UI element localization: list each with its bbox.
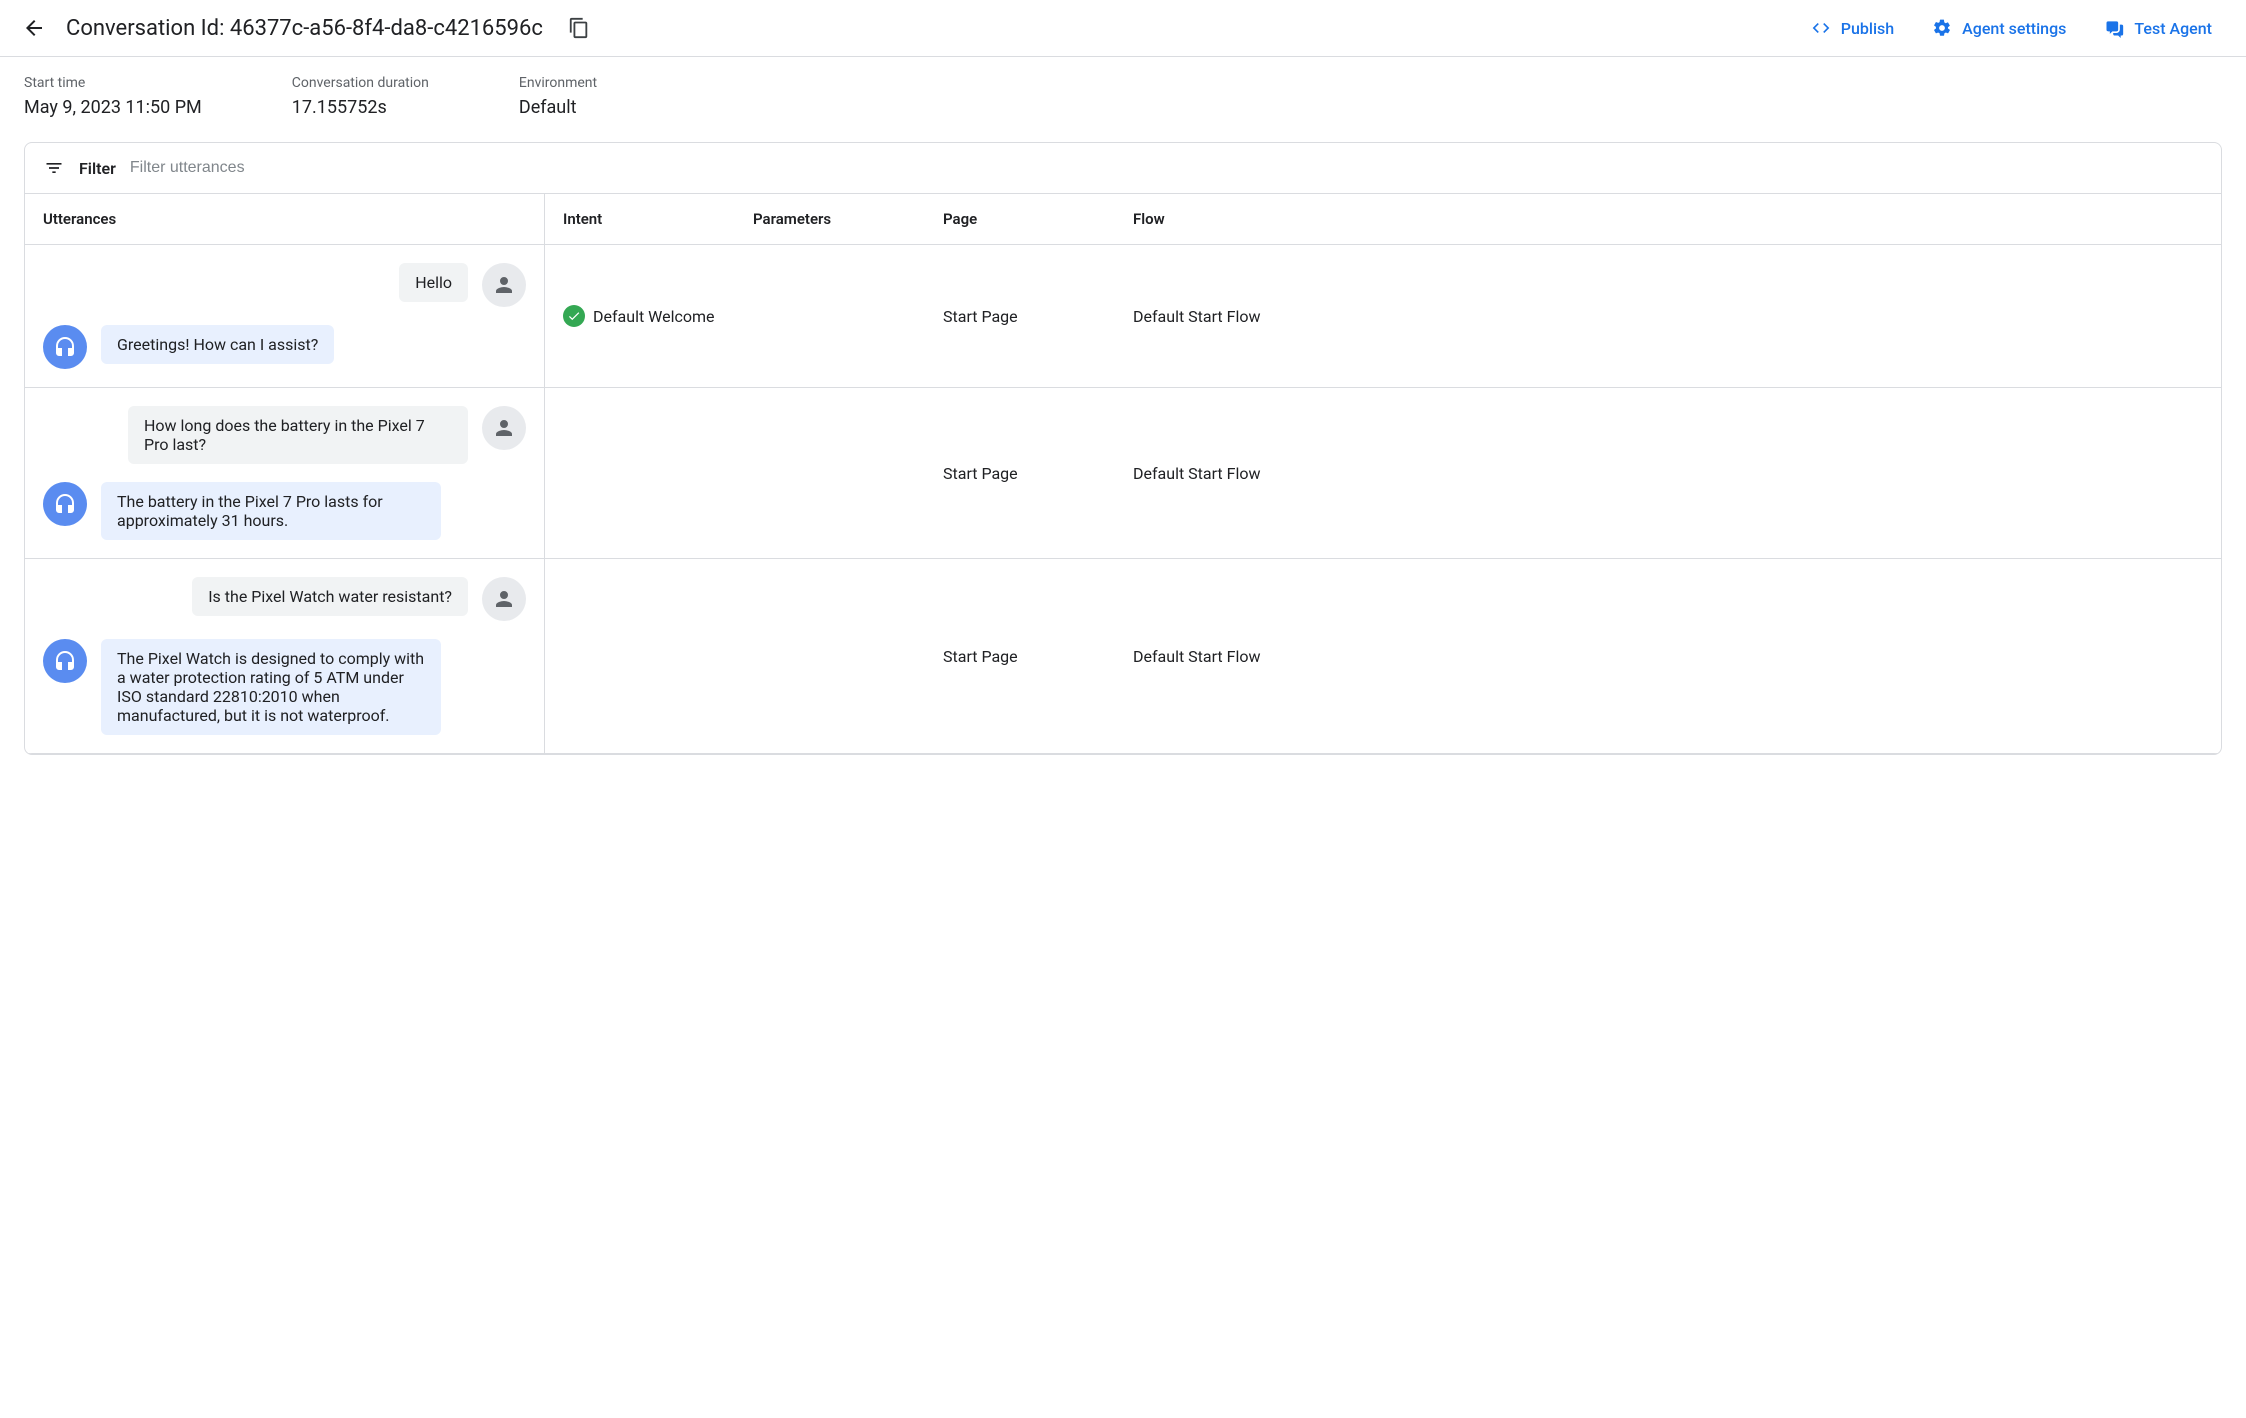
user-avatar [482, 577, 526, 621]
intent-cell: Default Welcome [545, 289, 735, 343]
user-bubble: Hello [399, 263, 468, 302]
table-row[interactable]: Hello Greetings! How can I assist? Default… [25, 245, 2221, 388]
back-button[interactable] [20, 14, 48, 42]
agent-utterance: The Pixel Watch is designed to comply wi… [43, 639, 526, 735]
person-icon [492, 416, 516, 440]
user-utterance: Is the Pixel Watch water resistant? [43, 577, 526, 621]
agent-settings-button[interactable]: Agent settings [1922, 12, 2076, 44]
filter-label: Filter [79, 159, 116, 178]
page-title: Conversation Id: 46377c-a56-8f4-da8-c421… [66, 16, 543, 41]
copy-icon [568, 17, 590, 39]
arrow-back-icon [22, 16, 46, 40]
gear-icon [1932, 18, 1952, 38]
headset-icon [53, 649, 77, 673]
headset-icon [53, 492, 77, 516]
user-bubble: How long does the battery in the Pixel 7… [128, 406, 468, 464]
filter-icon [43, 157, 65, 179]
agent-settings-label: Agent settings [1962, 19, 2066, 38]
filter-bar: Filter [25, 143, 2221, 194]
environment-value: Default [519, 97, 597, 118]
utterance-cell: Is the Pixel Watch water resistant? The P… [25, 559, 545, 753]
col-header-parameters: Parameters [735, 194, 925, 244]
topbar: Conversation Id: 46377c-a56-8f4-da8-c421… [0, 0, 2246, 57]
duration-label: Conversation duration [292, 75, 429, 91]
parameters-cell [735, 640, 925, 672]
person-icon [492, 587, 516, 611]
meta-start-time: Start time May 9, 2023 11:50 PM [24, 75, 202, 118]
utterance-cell: How long does the battery in the Pixel 7… [25, 388, 545, 558]
page-cell: Start Page [925, 631, 1115, 682]
agent-bubble: The battery in the Pixel 7 Pro lasts for… [101, 482, 441, 540]
table-row[interactable]: Is the Pixel Watch water resistant? The P… [25, 559, 2221, 754]
environment-label: Environment [519, 75, 597, 91]
agent-avatar [43, 639, 87, 683]
publish-label: Publish [1841, 19, 1894, 38]
user-utterance: Hello [43, 263, 526, 307]
duration-value: 17.155752s [292, 97, 429, 118]
copy-id-button[interactable] [565, 14, 593, 42]
col-header-page: Page [925, 194, 1115, 244]
user-avatar [482, 406, 526, 450]
col-header-flow: Flow [1115, 194, 2221, 244]
agent-bubble: Greetings! How can I assist? [101, 325, 334, 364]
user-utterance: How long does the battery in the Pixel 7… [43, 406, 526, 464]
parameters-cell [735, 457, 925, 489]
flow-cell: Default Start Flow [1115, 448, 2221, 499]
code-icon [1811, 18, 1831, 38]
check-icon [563, 305, 585, 327]
agent-utterance: Greetings! How can I assist? [43, 325, 526, 369]
chat-icon [2104, 18, 2124, 38]
col-header-intent: Intent [545, 194, 735, 244]
filter-input[interactable] [130, 159, 2203, 177]
conversation-meta: Start time May 9, 2023 11:50 PM Conversa… [0, 57, 2246, 142]
start-time-value: May 9, 2023 11:50 PM [24, 97, 202, 118]
test-agent-label: Test Agent [2134, 19, 2212, 38]
parameters-cell [735, 300, 925, 332]
agent-avatar [43, 482, 87, 526]
test-agent-button[interactable]: Test Agent [2094, 12, 2222, 44]
publish-button[interactable]: Publish [1801, 12, 1904, 44]
table-row[interactable]: How long does the battery in the Pixel 7… [25, 388, 2221, 559]
meta-environment: Environment Default [519, 75, 597, 118]
user-bubble: Is the Pixel Watch water resistant? [192, 577, 468, 616]
flow-cell: Default Start Flow [1115, 291, 2221, 342]
intent-cell [545, 640, 735, 672]
agent-bubble: The Pixel Watch is designed to comply wi… [101, 639, 441, 735]
user-avatar [482, 263, 526, 307]
intent-cell [545, 457, 735, 489]
agent-avatar [43, 325, 87, 369]
person-icon [492, 273, 516, 297]
page-cell: Start Page [925, 291, 1115, 342]
agent-utterance: The battery in the Pixel 7 Pro lasts for… [43, 482, 526, 540]
meta-duration: Conversation duration 17.155752s [292, 75, 429, 118]
utterance-cell: Hello Greetings! How can I assist? [25, 245, 545, 387]
intent-value: Default Welcome [593, 307, 715, 326]
headset-icon [53, 335, 77, 359]
utterance-table: Filter Utterances Intent Parameters Page… [24, 142, 2222, 755]
flow-cell: Default Start Flow [1115, 631, 2221, 682]
table-header-row: Utterances Intent Parameters Page Flow [25, 194, 2221, 245]
start-time-label: Start time [24, 75, 202, 91]
col-header-utterances: Utterances [25, 194, 545, 244]
page-cell: Start Page [925, 448, 1115, 499]
